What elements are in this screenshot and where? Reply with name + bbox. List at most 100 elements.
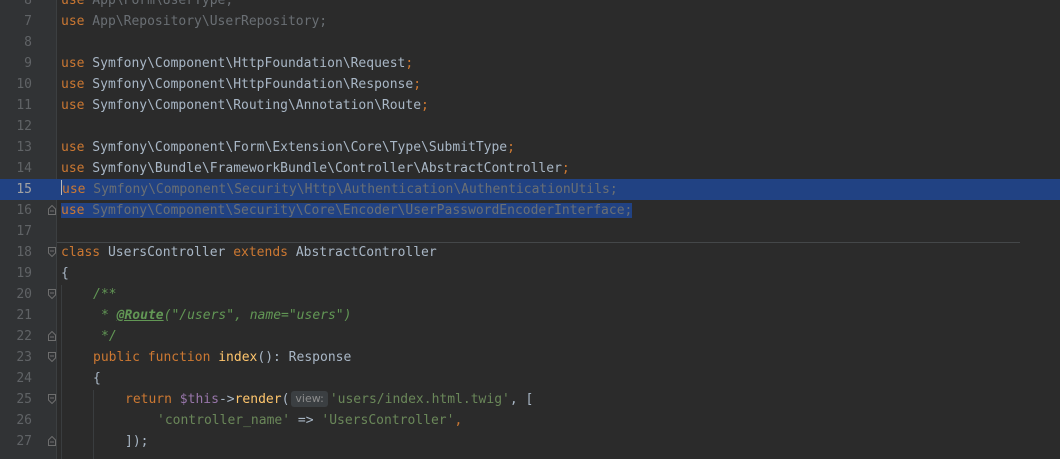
line-number: 7: [24, 14, 32, 29]
closing-bracket: ]);: [125, 434, 149, 449]
code-line[interactable]: 25 return $this->render(view:'users/inde…: [0, 389, 1060, 410]
code-line[interactable]: 18 class UsersController extends Abstrac…: [0, 242, 1060, 263]
line-number: 25: [16, 392, 32, 407]
line-text[interactable]: {: [93, 368, 101, 389]
use-keyword: use: [61, 203, 85, 218]
fold-start-icon[interactable]: [48, 352, 56, 362]
code-line-selected-current[interactable]: 15 use Symfony\Component\Security\Http\A…: [0, 179, 1060, 200]
fold-end-icon[interactable]: [48, 436, 56, 446]
code-area[interactable]: 8 use App\Form\UserType; 7 use App\Repos…: [0, 0, 1060, 459]
use-keyword: use: [61, 161, 85, 176]
code-line[interactable]: 22 */: [0, 326, 1060, 347]
import-path: Symfony\Bundle\FrameworkBundle\Controlle…: [84, 161, 562, 176]
import-path: Symfony\Component\HttpFoundation\Respons…: [84, 77, 414, 92]
line-text[interactable]: use Symfony\Component\Routing\Annotation…: [61, 95, 429, 116]
code-line[interactable]: 8: [0, 32, 1060, 53]
code-line[interactable]: 24 {: [0, 368, 1060, 389]
brace: {: [93, 371, 101, 386]
fold-end-icon[interactable]: [48, 331, 56, 341]
code-line[interactable]: 23 public function index(): Response: [0, 347, 1060, 368]
semicolon: ;: [561, 161, 570, 176]
line-number: 12: [16, 119, 32, 134]
code-line[interactable]: 9 use Symfony\Component\HttpFoundation\R…: [0, 53, 1060, 74]
brace: {: [61, 266, 69, 281]
code-line-selected[interactable]: 16 use Symfony\Component\Security\Core\E…: [0, 200, 1060, 221]
line-text[interactable]: */: [101, 326, 117, 347]
code-editor[interactable]: 8 use App\Form\UserType; 7 use App\Repos…: [0, 0, 1060, 459]
line-number: 11: [16, 98, 32, 113]
semicolon: ;: [507, 140, 515, 155]
route-annotation[interactable]: @Route: [117, 308, 164, 323]
code-line[interactable]: 19 {: [0, 263, 1060, 284]
line-number: 26: [16, 413, 32, 428]
arrow-operator: =>: [290, 413, 322, 428]
line-number: 8: [24, 0, 32, 8]
line-text[interactable]: return $this->render(view:'users/index.h…: [125, 389, 533, 410]
comma: ,: [454, 413, 463, 428]
line-text[interactable]: ]);: [125, 431, 148, 452]
return-type: (): Response: [257, 350, 352, 365]
line-text[interactable]: * @Route("/users", name="users"): [101, 305, 351, 326]
line-number: 14: [16, 161, 32, 176]
import-path: Symfony\Component\Security\Core\Encoder\…: [84, 203, 633, 218]
code-line[interactable]: 12: [0, 116, 1060, 137]
parent-class-name: AbstractController: [288, 245, 437, 260]
string-literal: 'UsersController': [321, 413, 455, 428]
use-keyword: use: [61, 77, 85, 92]
fold-end-icon[interactable]: [48, 205, 56, 215]
line-text[interactable]: use Symfony\Component\Security\Core\Enco…: [61, 200, 633, 221]
line-number: 22: [16, 329, 32, 344]
line-number: 9: [24, 56, 32, 71]
method-name: render: [234, 392, 282, 407]
line-number: 13: [16, 140, 32, 155]
doc-comment: *: [101, 308, 117, 323]
line-number: 23: [16, 350, 32, 365]
line-text[interactable]: {: [61, 263, 69, 284]
line-text[interactable]: /**: [93, 284, 116, 305]
code-line[interactable]: 13 use Symfony\Component\Form\Extension\…: [0, 137, 1060, 158]
line-text[interactable]: use Symfony\Component\Form\Extension\Cor…: [61, 137, 515, 158]
code-line[interactable]: 10 use Symfony\Component\HttpFoundation\…: [0, 74, 1060, 95]
use-keyword: use: [62, 182, 86, 197]
fold-start-icon[interactable]: [48, 394, 56, 404]
import-path: App\Repository\UserRepository;: [84, 14, 328, 29]
line-number: 16: [16, 203, 32, 218]
line-text[interactable]: use App\Form\UserType;: [61, 0, 233, 11]
doc-comment: */: [101, 329, 117, 344]
line-text[interactable]: class UsersController extends AbstractCo…: [61, 242, 437, 263]
use-keyword: use: [61, 0, 85, 8]
class-name: UsersController: [100, 245, 234, 260]
public-function-keyword: public function: [93, 350, 211, 365]
code-line[interactable]: 20 /**: [0, 284, 1060, 305]
code-line[interactable]: 14 use Symfony\Bundle\FrameworkBundle\Co…: [0, 158, 1060, 179]
fold-start-icon[interactable]: [48, 289, 56, 299]
class-keyword: class: [61, 245, 101, 260]
code-line[interactable]: 21 * @Route("/users", name="users"): [0, 305, 1060, 326]
line-text[interactable]: use Symfony\Component\Security\Http\Auth…: [61, 179, 618, 200]
line-text[interactable]: public function index(): Response: [93, 347, 351, 368]
code-line[interactable]: 27 ]);: [0, 431, 1060, 452]
line-text[interactable]: 'controller_name' => 'UsersController',: [157, 410, 462, 431]
line-text[interactable]: use Symfony\Bundle\FrameworkBundle\Contr…: [61, 158, 570, 179]
this-variable: $this: [171, 392, 219, 407]
fold-start-icon[interactable]: [48, 247, 56, 257]
line-text[interactable]: use App\Repository\UserRepository;: [61, 11, 327, 32]
code-line[interactable]: 7 use App\Repository\UserRepository;: [0, 11, 1060, 32]
line-text[interactable]: use Symfony\Component\HttpFoundation\Res…: [61, 74, 421, 95]
code-line[interactable]: 17: [0, 221, 1060, 242]
line-number: 10: [16, 77, 32, 92]
code-line[interactable]: 26 'controller_name' => 'UsersController…: [0, 410, 1060, 431]
line-number: 15: [16, 182, 32, 197]
extends-keyword: extends: [233, 245, 288, 260]
arrow-operator: ->: [218, 392, 235, 407]
line-number: 21: [16, 308, 32, 323]
line-number: 8: [24, 35, 32, 50]
line-number: 24: [16, 371, 32, 386]
selection-highlight: use Symfony\Component\Security\Core\Enco…: [61, 203, 633, 218]
line-number: 17: [16, 224, 32, 239]
import-path: App\Form\UserType;: [84, 0, 234, 8]
line-text[interactable]: use Symfony\Component\HttpFoundation\Req…: [61, 53, 413, 74]
code-line[interactable]: 11 use Symfony\Component\Routing\Annotat…: [0, 95, 1060, 116]
code-line[interactable]: 8 use App\Form\UserType;: [0, 0, 1060, 11]
import-path: Symfony\Component\HttpFoundation\Request: [84, 56, 406, 71]
